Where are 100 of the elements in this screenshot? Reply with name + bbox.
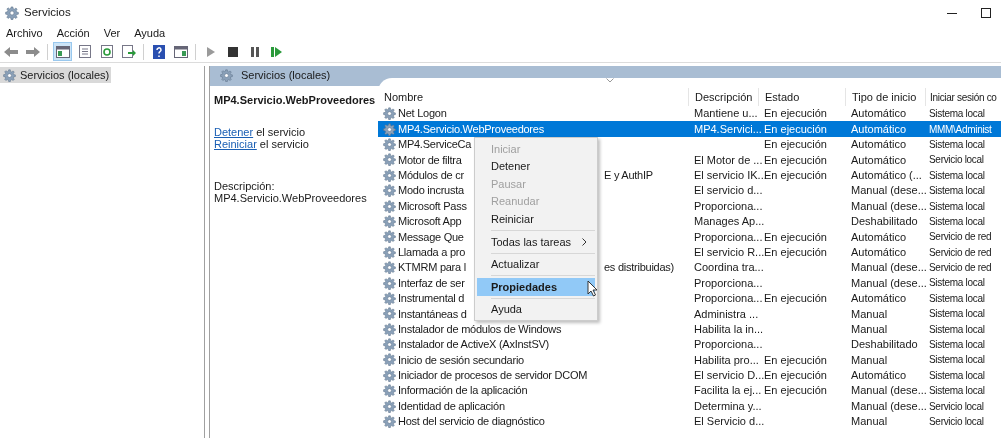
gear-icon bbox=[383, 368, 396, 382]
startup-cell: Manual (dese... bbox=[851, 199, 927, 212]
service-name: Identidad de aplicación bbox=[398, 398, 505, 414]
logon-cell: Sistema local bbox=[929, 292, 985, 304]
logon-cell: Servicio local bbox=[929, 400, 984, 412]
description-cell: Administra ... bbox=[694, 307, 759, 320]
menu-item[interactable]: Ayuda bbox=[134, 24, 166, 42]
menu-item[interactable]: Ver bbox=[103, 24, 121, 42]
gear-icon bbox=[383, 214, 396, 228]
service-name: Message Que bbox=[398, 229, 464, 245]
description-cell: MP4.Servici... bbox=[694, 122, 762, 135]
sheet-icon bbox=[78, 45, 91, 58]
gear-icon bbox=[383, 245, 396, 259]
startup-cell: Automático (... bbox=[851, 169, 922, 181]
context-menu-item[interactable]: Ayuda bbox=[477, 300, 595, 319]
startup-cell: Manual (dese... bbox=[851, 184, 927, 197]
description-cell: El servicio D... bbox=[694, 369, 765, 382]
mouse-cursor-icon bbox=[587, 280, 599, 298]
status-cell: En ejecución bbox=[764, 230, 827, 243]
column-header[interactable]: Estado bbox=[758, 88, 845, 106]
column-header[interactable]: Nombre bbox=[378, 88, 688, 106]
logon-cell: Sistema local bbox=[929, 169, 985, 181]
logon-cell: Sistema local bbox=[929, 369, 985, 381]
window-icon bbox=[173, 45, 188, 58]
pane-title: Servicios (locales) bbox=[241, 67, 331, 83]
menu-item[interactable]: Acción bbox=[56, 24, 90, 42]
tree-item[interactable]: Servicios (locales) bbox=[0, 67, 112, 83]
service-title: MP4.Servicio.WebProveedores bbox=[214, 93, 377, 108]
window-title: Servicios bbox=[24, 4, 71, 20]
service-name: Módulos de cr bbox=[398, 168, 464, 183]
gear-icon bbox=[383, 399, 396, 413]
maximize-icon[interactable] bbox=[981, 7, 991, 18]
logon-cell: Sistema local bbox=[929, 323, 985, 335]
action-link[interactable]: Detener bbox=[214, 125, 254, 138]
context-menu-item[interactable]: Actualizar bbox=[477, 255, 595, 274]
gear-icon bbox=[383, 153, 396, 167]
description-cell: Determina y... bbox=[694, 399, 762, 412]
status-cell: En ejecución bbox=[764, 107, 827, 120]
description-cell: El servicio R... bbox=[694, 245, 765, 258]
gear-icon bbox=[383, 122, 396, 136]
status-cell: En ejecución bbox=[764, 353, 827, 366]
service-name: Microsoft App bbox=[398, 214, 462, 230]
status-cell: En ejecución bbox=[764, 138, 827, 151]
context-menu-item[interactable]: Reiniciar bbox=[477, 210, 595, 228]
startup-cell: Manual bbox=[851, 307, 888, 320]
gear-icon bbox=[383, 322, 396, 336]
context-menu-item[interactable]: Detener bbox=[477, 157, 595, 176]
action-link[interactable]: Reiniciar bbox=[214, 137, 257, 150]
description-cell: Habilita pro... bbox=[694, 353, 759, 366]
startup-cell: Automático bbox=[851, 230, 907, 243]
startup-cell: Manual (dese... bbox=[851, 261, 927, 274]
startup-cell: Deshabilitado bbox=[851, 215, 918, 228]
startup-cell: Automático bbox=[851, 122, 907, 135]
status-cell: En ejecución bbox=[764, 292, 827, 305]
logon-cell: Servicio local bbox=[929, 416, 984, 427]
restart-icon bbox=[271, 46, 282, 57]
gear-icon bbox=[383, 291, 396, 305]
service-name: Net Logon bbox=[398, 106, 447, 122]
description-cell: Proporciona... bbox=[694, 338, 763, 351]
description-cell: Mantiene u... bbox=[694, 107, 758, 120]
logon-cell: Sistema local bbox=[929, 185, 985, 197]
gear-icon bbox=[383, 261, 396, 275]
service-name: Información de la aplicación bbox=[398, 383, 528, 399]
context-menu-item[interactable]: Todas las tareas bbox=[477, 232, 595, 251]
chevron-down-icon[interactable] bbox=[605, 78, 614, 83]
selected-row[interactable]: MP4.Servicio.WebProveedores MP4.Servici... En ejecución Automático MMM\Administ bbox=[378, 121, 1001, 137]
description-cell: El Servicio d... bbox=[694, 415, 765, 428]
logon-cell: Sistema local bbox=[929, 200, 985, 212]
service-name: Instantáneas d bbox=[398, 306, 467, 322]
gear-icon bbox=[383, 353, 396, 367]
description-cell: Proporciona... bbox=[694, 230, 763, 243]
description-cell: Manages Ap... bbox=[694, 215, 765, 228]
service-name: Inicio de sesión secundario bbox=[398, 352, 524, 368]
menu-item[interactable]: Archivo bbox=[6, 24, 43, 42]
startup-cell: Automático bbox=[851, 245, 907, 258]
description-cell: Facilita la ej... bbox=[694, 384, 762, 397]
logon-cell: Sistema local bbox=[929, 138, 985, 150]
gear-icon bbox=[383, 230, 396, 244]
logon-cell: Sistema local bbox=[929, 308, 985, 320]
service-name: MP4.ServiceCa bbox=[398, 137, 472, 153]
status-cell: En ejecución bbox=[764, 122, 827, 135]
startup-cell: Automático bbox=[851, 107, 907, 120]
gear-icon bbox=[3, 68, 16, 82]
toolbar-button[interactable] bbox=[53, 42, 72, 61]
startup-cell: Manual (dese... bbox=[851, 276, 927, 289]
logon-cell: Sistema local bbox=[929, 354, 985, 366]
service-name: Host del servicio de diagnóstico bbox=[398, 414, 545, 430]
description-text: MP4.Servicio.WebProveedores bbox=[214, 191, 368, 204]
column-header[interactable]: Tipo de inicio bbox=[845, 88, 925, 106]
column-header[interactable]: Iniciar sesión co bbox=[925, 88, 1001, 106]
back-arrow-icon bbox=[3, 45, 18, 58]
startup-cell: Automático bbox=[851, 369, 907, 382]
status-cell: En ejecución bbox=[764, 153, 827, 166]
stop-icon bbox=[227, 46, 238, 57]
status-cell: En ejecución bbox=[764, 245, 827, 258]
description-label: Descripción: bbox=[214, 179, 276, 192]
gear-icon bbox=[383, 276, 396, 290]
context-menu-item[interactable]: Propiedades bbox=[477, 278, 595, 296]
gear-icon bbox=[383, 338, 396, 352]
column-header[interactable]: Descripción bbox=[688, 88, 758, 106]
